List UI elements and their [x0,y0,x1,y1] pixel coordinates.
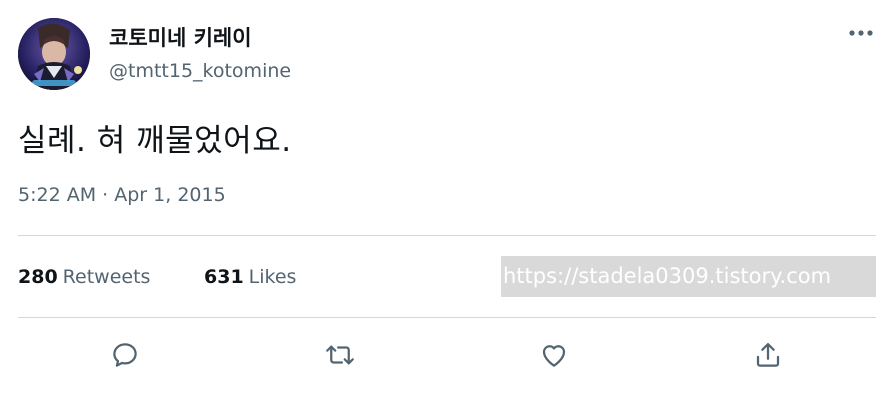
likes-label: Likes [248,266,297,288]
likes-count: 631 [204,266,244,288]
retweet-button[interactable] [323,338,357,372]
more-icon [849,30,873,36]
share-button[interactable] [751,338,785,372]
author-handle[interactable]: @tmtt15_kotomine [109,60,291,82]
share-icon [756,343,780,367]
tweet-time[interactable]: 5:22 AM [18,184,96,206]
likes-stat[interactable]: 631 Likes [204,266,296,288]
tweet-text: 실례. 혀 깨물었어요. [18,123,292,159]
timestamp-separator: · [102,184,109,206]
retweet-icon [326,345,354,365]
avatar-image [18,18,90,90]
author-display-name[interactable]: 코토미네 키레이 [109,22,252,52]
reply-icon [113,343,137,367]
retweets-stat[interactable]: 280 Retweets [18,266,150,288]
more-options-button[interactable] [846,22,876,44]
tweet-date[interactable]: Apr 1, 2015 [114,184,225,206]
heart-icon [542,345,566,367]
like-button[interactable] [537,338,571,372]
avatar[interactable] [18,18,90,90]
reply-button[interactable] [108,338,142,372]
divider [18,317,876,318]
watermark: https://stadela0309.tistory.com [501,256,876,297]
retweets-count: 280 [18,266,58,288]
retweets-label: Retweets [62,266,151,288]
divider [18,235,876,236]
tweet-timestamp[interactable]: 5:22 AM · Apr 1, 2015 [18,184,226,206]
